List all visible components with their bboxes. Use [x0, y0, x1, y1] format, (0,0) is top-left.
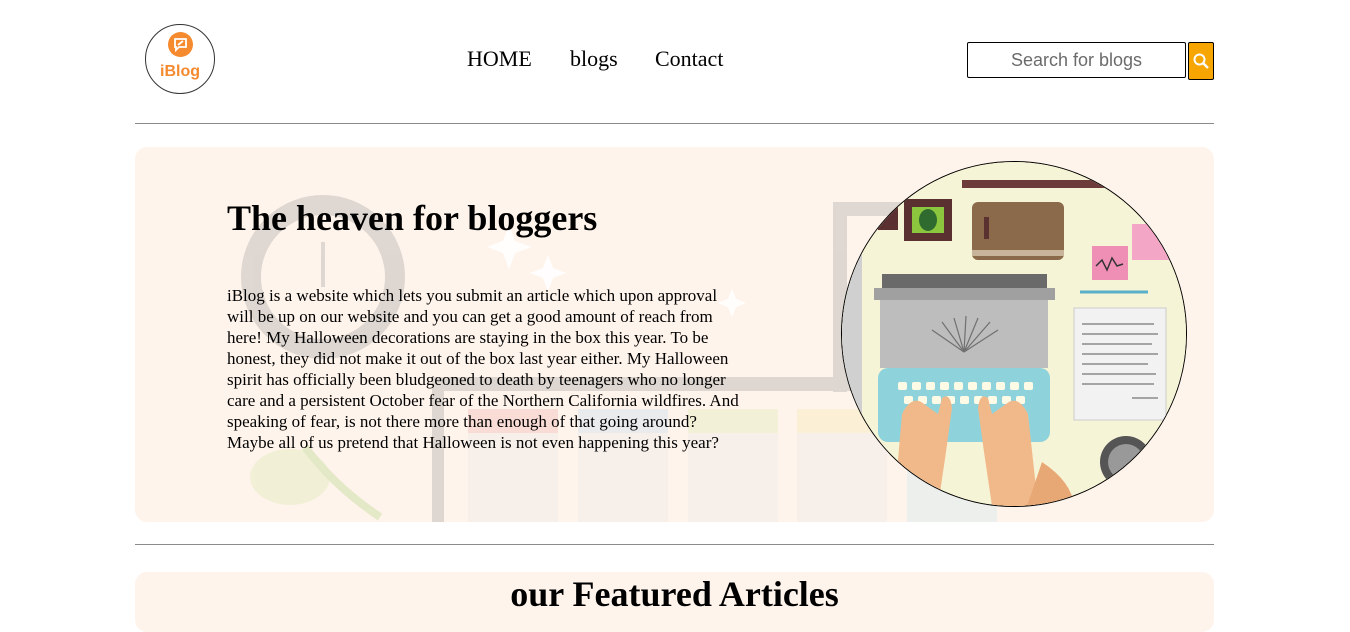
typewriter-illustration — [841, 161, 1187, 507]
hero-description: iBlog is a website which lets you submit… — [227, 286, 739, 452]
nav-blogs-link[interactable]: blogs — [570, 46, 618, 72]
search-icon — [1193, 53, 1209, 69]
section-divider — [135, 544, 1214, 545]
nav-home-link[interactable]: HOME — [467, 46, 532, 72]
chat-bubble-icon — [168, 32, 193, 57]
featured-articles-section: our Featured Articles — [135, 572, 1214, 632]
logo-text: iBlog — [160, 63, 200, 80]
search-button[interactable] — [1188, 42, 1214, 80]
hero-title: The heaven for bloggers — [227, 198, 598, 238]
featured-heading: our Featured Articles — [510, 574, 839, 614]
site-logo[interactable]: iBlog — [145, 24, 215, 94]
header-divider — [135, 123, 1214, 124]
search-input[interactable] — [967, 42, 1186, 78]
nav-contact-link[interactable]: Contact — [655, 46, 723, 72]
